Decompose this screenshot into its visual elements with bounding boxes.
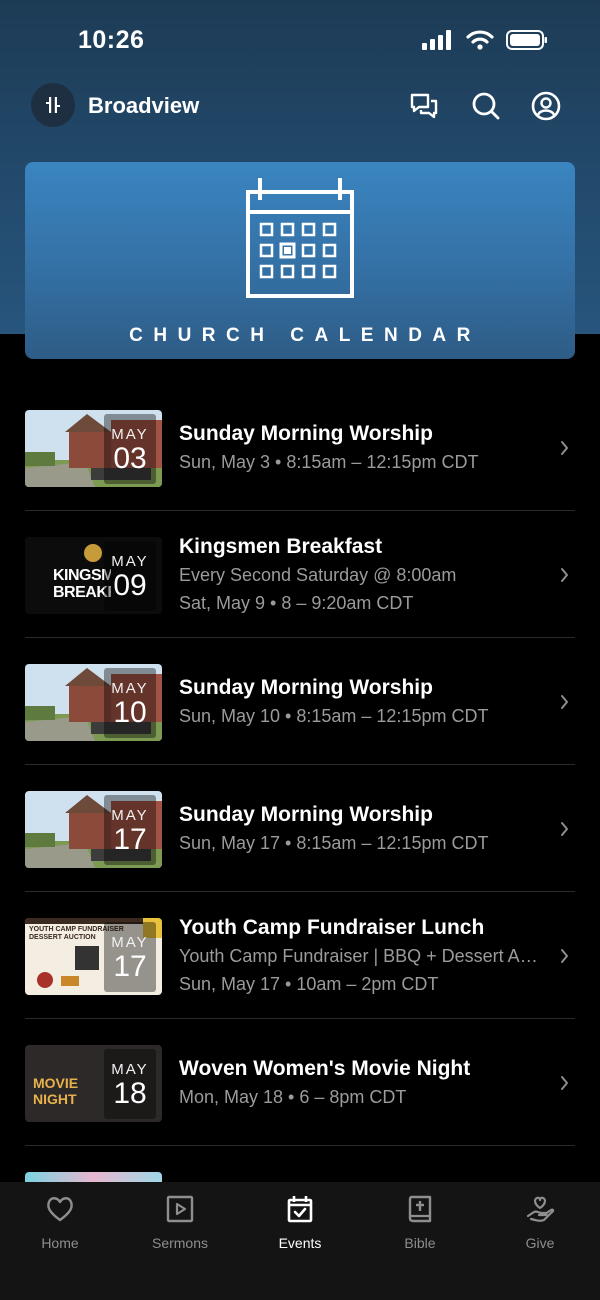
chevron-right-icon (561, 567, 568, 582)
event-thumbnail: MOVIE NIGHT MAY 18 (25, 1045, 162, 1122)
chat-icon (410, 93, 438, 119)
search-icon (472, 92, 500, 120)
chevron-right-icon (561, 694, 568, 709)
event-day: 09 (113, 569, 147, 602)
banner-title: CHURCH CALENDAR (129, 325, 481, 346)
event-title: Woven Women's Movie Night (179, 1056, 471, 1080)
status-bar: 10:26 (0, 0, 600, 80)
tab-bar: Home Sermons Events Bible Give (0, 1182, 600, 1300)
event-month: MAY (111, 807, 149, 824)
event-day: 10 (113, 696, 147, 729)
bible-icon (408, 1195, 432, 1223)
status-icons (422, 30, 548, 50)
event-title: Kingsmen Breakfast (179, 534, 383, 558)
event-thumbnail: YOUTH CAMP FUNDRAISER DESSERT AUCTION MAY… (25, 918, 162, 995)
event-day: 17 (113, 823, 147, 856)
calendar-icon (246, 178, 354, 298)
event-title: Sunday Morning Worship (179, 675, 433, 699)
event-details: Youth Camp Fundraiser Lunch Youth Camp Fu… (179, 914, 544, 998)
tab-label: Sermons (151, 1235, 209, 1251)
event-thumbnail: MAY 17 (25, 791, 162, 868)
tab-label: Events (278, 1235, 322, 1251)
event-date-badge: MAY 17 (104, 795, 156, 865)
event-row[interactable]: MAY 10 Sunday Morning Worship Sun, May 10 •… (0, 638, 600, 765)
event-subtitle: Every Second Saturday @ 8:00am (179, 564, 457, 585)
events-list: MAY 03 Sunday Morning Worship Sun, May 3 • … (0, 384, 600, 1146)
row-divider (25, 1145, 575, 1146)
chevron-right-icon (561, 440, 568, 455)
event-subtitle: Youth Camp Fundraiser | BBQ + Dessert Au… (179, 945, 544, 966)
event-date-badge: MAY 10 (104, 668, 156, 738)
church-logo-icon[interactable] (31, 83, 75, 127)
search-button[interactable] (469, 89, 503, 123)
event-subtitle: Sun, May 3 • 8:15am – 12:15pm CDT (179, 451, 479, 472)
tab-give[interactable]: Give (490, 1194, 590, 1251)
event-row[interactable]: MAY 03 Sunday Morning Worship Sun, May 3 • … (0, 384, 600, 511)
heart-icon (47, 1197, 73, 1222)
event-month: MAY (111, 426, 149, 443)
tab-bible[interactable]: Bible (370, 1194, 470, 1251)
church-calendar-banner[interactable]: CHURCH CALENDAR (25, 162, 575, 359)
event-date-badge: MAY 17 (104, 922, 156, 992)
event-row[interactable]: MAY 17 Sunday Morning Worship Sun, May 17 •… (0, 765, 600, 892)
chevron-right-icon (561, 1075, 568, 1090)
event-title: Sunday Morning Worship (179, 421, 433, 445)
event-title: Sunday Morning Worship (179, 802, 433, 826)
event-title: Youth Camp Fundraiser Lunch (179, 915, 485, 939)
tab-sermons[interactable]: Sermons (130, 1194, 230, 1251)
event-details: Woven Women's Movie Night Mon, May 18 • 6… (179, 1055, 544, 1111)
event-month: MAY (111, 680, 149, 697)
play-square-icon (166, 1195, 194, 1223)
thumbnail-text: KINGSMEN BREAKFAST (53, 567, 111, 601)
signal-icon (422, 30, 451, 50)
profile-button[interactable] (529, 89, 563, 123)
event-details: Sunday Morning Worship Sun, May 3 • 8:15a… (179, 420, 544, 476)
calendar-check-icon (287, 1196, 313, 1223)
chevron-right-icon (561, 821, 568, 836)
tab-label: Bible (404, 1235, 436, 1251)
chevron-right-icon (561, 948, 568, 963)
battery-icon (506, 30, 547, 50)
event-month: MAY (111, 553, 149, 570)
event-day: 18 (113, 1077, 147, 1110)
event-subtitle: Sun, May 10 • 8:15am – 12:15pm CDT (179, 705, 489, 726)
give-hand-icon (526, 1196, 555, 1222)
tab-label: Home (41, 1235, 79, 1251)
event-details: Sunday Morning Worship Sun, May 10 • 8:15… (179, 674, 544, 730)
event-row[interactable]: MOVIE NIGHT MAY 18 Woven Women's Movie Nigh… (0, 1019, 600, 1146)
profile-icon (531, 91, 561, 121)
event-details: Kingsmen Breakfast Every Second Saturday … (179, 533, 544, 617)
event-month: MAY (111, 934, 149, 951)
event-thumbnail: MAY 03 (25, 410, 162, 487)
event-thumbnail: MAY 10 (25, 664, 162, 741)
event-row[interactable]: KINGSMEN BREAKFASTMAY09Kingsmen Breakfas… (0, 511, 600, 638)
event-subtitle: Sat, May 9 • 8 – 9:20am CDT (179, 592, 414, 613)
event-date-badge: MAY 18 (104, 1049, 156, 1119)
event-month: MAY (111, 1061, 149, 1078)
event-date-badge: MAY 03 (104, 414, 156, 484)
event-row[interactable]: YOUTH CAMP FUNDRAISER DESSERT AUCTION MAY… (0, 892, 600, 1019)
tab-label: Give (525, 1235, 555, 1251)
event-subtitle: Sun, May 17 • 8:15am – 12:15pm CDT (179, 832, 489, 853)
event-day: 03 (113, 442, 147, 475)
chat-button[interactable] (407, 89, 441, 123)
event-day: 17 (113, 950, 147, 983)
app-header: Broadview (0, 80, 600, 132)
tab-home[interactable]: Home (10, 1194, 110, 1251)
brand-name: Broadview (88, 93, 200, 118)
event-date-badge: MAY 09 (104, 541, 156, 611)
event-subtitle: Sun, May 17 • 10am – 2pm CDT (179, 973, 439, 994)
tab-events[interactable]: Events (250, 1194, 350, 1251)
wifi-icon (466, 30, 494, 50)
event-subtitle: Mon, May 18 • 6 – 8pm CDT (179, 1086, 407, 1107)
status-time: 10:26 (78, 26, 145, 54)
event-thumbnail: KINGSMEN BREAKFASTMAY09 (25, 537, 162, 614)
event-details: Sunday Morning Worship Sun, May 17 • 8:15… (179, 801, 544, 857)
